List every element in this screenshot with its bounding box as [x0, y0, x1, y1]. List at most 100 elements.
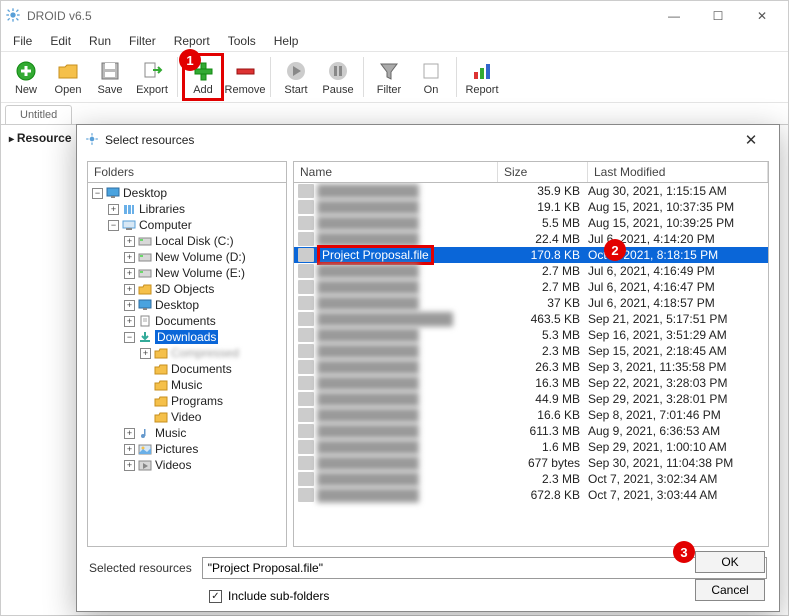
file-row[interactable]: ████████████16.3 MBSep 22, 2021, 3:28:03… — [294, 375, 768, 391]
expand-icon[interactable]: + — [124, 316, 135, 327]
include-subfolders-checkbox[interactable]: ✓ — [209, 590, 222, 603]
file-row[interactable]: ████████████19.1 KBAug 15, 2021, 10:37:3… — [294, 199, 768, 215]
dialog-title: Select resources — [105, 133, 194, 147]
filter-on-button[interactable]: On — [410, 53, 452, 101]
file-row[interactable]: ████████████5.3 MBSep 16, 2021, 3:51:29 … — [294, 327, 768, 343]
expand-icon[interactable]: + — [124, 268, 135, 279]
tree-label: Compressed — [171, 346, 239, 360]
expand-icon[interactable]: + — [124, 428, 135, 439]
filter-button[interactable]: Filter — [368, 53, 410, 101]
tree-node[interactable]: +Documents — [88, 313, 286, 329]
tree-node[interactable]: Video — [88, 409, 286, 425]
file-row[interactable]: ████████████1.6 MBSep 29, 2021, 1:00:10 … — [294, 439, 768, 455]
tree-node[interactable]: +Pictures — [88, 441, 286, 457]
tree-label: Downloads — [155, 330, 218, 344]
file-row[interactable]: ████████████2.3 MBOct 7, 2021, 3:02:34 A… — [294, 471, 768, 487]
remove-button[interactable]: Remove — [224, 53, 266, 101]
expand-icon[interactable]: + — [108, 204, 119, 215]
new-button[interactable]: New — [5, 53, 47, 101]
tab-untitled[interactable]: Untitled — [5, 105, 72, 124]
file-icon — [298, 264, 314, 278]
tree-node[interactable]: − Downloads — [88, 329, 286, 345]
col-modified[interactable]: Last Modified — [588, 162, 768, 182]
file-row[interactable]: ████████████2.7 MBJul 6, 2021, 4:16:49 P… — [294, 263, 768, 279]
tree-node[interactable]: +Desktop — [88, 297, 286, 313]
expand-icon[interactable]: + — [140, 348, 151, 359]
file-icon — [298, 184, 314, 198]
menu-edit[interactable]: Edit — [42, 32, 79, 50]
tree-node[interactable]: Music — [88, 377, 286, 393]
remove-label: Remove — [225, 84, 266, 96]
file-row[interactable]: ████████████2.3 MBSep 15, 2021, 2:18:45 … — [294, 343, 768, 359]
expand-icon[interactable]: + — [124, 300, 135, 311]
tree-node[interactable]: Documents — [88, 361, 286, 377]
tree-node[interactable]: +New Volume (E:) — [88, 265, 286, 281]
file-list[interactable]: ████████████35.9 KBAug 30, 2021, 1:15:15… — [293, 183, 769, 547]
expand-icon[interactable]: + — [124, 236, 135, 247]
file-name: ████████████ — [317, 488, 498, 502]
tree-node[interactable]: −Computer — [88, 217, 286, 233]
expand-icon[interactable]: − — [92, 188, 103, 199]
cancel-button[interactable]: Cancel — [695, 579, 765, 601]
file-row[interactable]: ████████████35.9 KBAug 30, 2021, 1:15:15… — [294, 183, 768, 199]
save-button[interactable]: Save — [89, 53, 131, 101]
file-size: 672.8 KB — [498, 488, 588, 502]
window-title: DROID v6.5 — [27, 9, 92, 23]
menu-file[interactable]: File — [5, 32, 40, 50]
col-name[interactable]: Name — [294, 162, 498, 182]
file-modified: Aug 15, 2021, 10:37:35 PM — [588, 200, 768, 214]
menu-tools[interactable]: Tools — [220, 32, 264, 50]
tree-node[interactable]: +Videos — [88, 457, 286, 473]
file-size: 35.9 KB — [498, 184, 588, 198]
tree-node[interactable]: + Compressed — [88, 345, 286, 361]
expand-icon[interactable]: − — [108, 220, 119, 231]
menu-filter[interactable]: Filter — [121, 32, 164, 50]
maximize-button[interactable]: ☐ — [696, 1, 740, 31]
expand-icon[interactable]: − — [124, 332, 135, 343]
docs-icon — [137, 314, 153, 328]
close-button[interactable]: ✕ — [740, 1, 784, 31]
dialog-close-button[interactable]: ✕ — [731, 131, 771, 149]
menu-help[interactable]: Help — [266, 32, 307, 50]
tree-node[interactable]: +New Volume (D:) — [88, 249, 286, 265]
file-row[interactable]: ████████████████463.5 KBSep 21, 2021, 5:… — [294, 311, 768, 327]
open-button[interactable]: Open — [47, 53, 89, 101]
file-row[interactable]: ████████████5.5 MBAug 15, 2021, 10:39:25… — [294, 215, 768, 231]
tree-node[interactable]: −Desktop — [88, 185, 286, 201]
folder-tree[interactable]: −Desktop+Libraries−Computer+Local Disk (… — [87, 182, 287, 547]
file-row[interactable]: Project Proposal.file170.8 KBOct 1, 2021… — [294, 247, 768, 263]
file-icon — [298, 488, 314, 502]
tree-node[interactable]: +Local Disk (C:) — [88, 233, 286, 249]
expand-icon[interactable]: + — [124, 252, 135, 263]
tree-node[interactable]: Programs — [88, 393, 286, 409]
file-name: ████████████ — [317, 408, 498, 422]
file-row[interactable]: ████████████37 KBJul 6, 2021, 4:18:57 PM — [294, 295, 768, 311]
file-row[interactable]: ████████████2.7 MBJul 6, 2021, 4:16:47 P… — [294, 279, 768, 295]
menu-run[interactable]: Run — [81, 32, 119, 50]
checkbox-icon — [419, 59, 443, 83]
expand-icon[interactable]: + — [124, 460, 135, 471]
file-row[interactable]: ████████████611.3 MBAug 9, 2021, 6:36:53… — [294, 423, 768, 439]
file-size: 16.3 MB — [498, 376, 588, 390]
minimize-button[interactable]: — — [652, 1, 696, 31]
ok-button[interactable]: OK — [695, 551, 765, 573]
tree-node[interactable]: +Music — [88, 425, 286, 441]
minus-icon — [233, 59, 257, 83]
file-name: ████████████ — [317, 280, 498, 294]
file-row[interactable]: ████████████26.3 MBSep 3, 2021, 11:35:58… — [294, 359, 768, 375]
file-row[interactable]: ████████████44.9 MBSep 29, 2021, 3:28:01… — [294, 391, 768, 407]
report-button[interactable]: Report — [461, 53, 503, 101]
start-button[interactable]: Start — [275, 53, 317, 101]
file-row[interactable]: ████████████677 bytesSep 30, 2021, 11:04… — [294, 455, 768, 471]
expand-icon[interactable]: + — [124, 444, 135, 455]
menu-report[interactable]: Report — [166, 32, 218, 50]
tree-node[interactable]: +3D Objects — [88, 281, 286, 297]
file-row[interactable]: ████████████672.8 KBOct 7, 2021, 3:03:44… — [294, 487, 768, 503]
expand-icon[interactable]: + — [124, 284, 135, 295]
filter-label: Filter — [377, 84, 401, 96]
pause-button[interactable]: Pause — [317, 53, 359, 101]
col-size[interactable]: Size — [498, 162, 588, 182]
file-row[interactable]: ████████████16.6 KBSep 8, 2021, 7:01:46 … — [294, 407, 768, 423]
export-button[interactable]: Export — [131, 53, 173, 101]
tree-node[interactable]: +Libraries — [88, 201, 286, 217]
